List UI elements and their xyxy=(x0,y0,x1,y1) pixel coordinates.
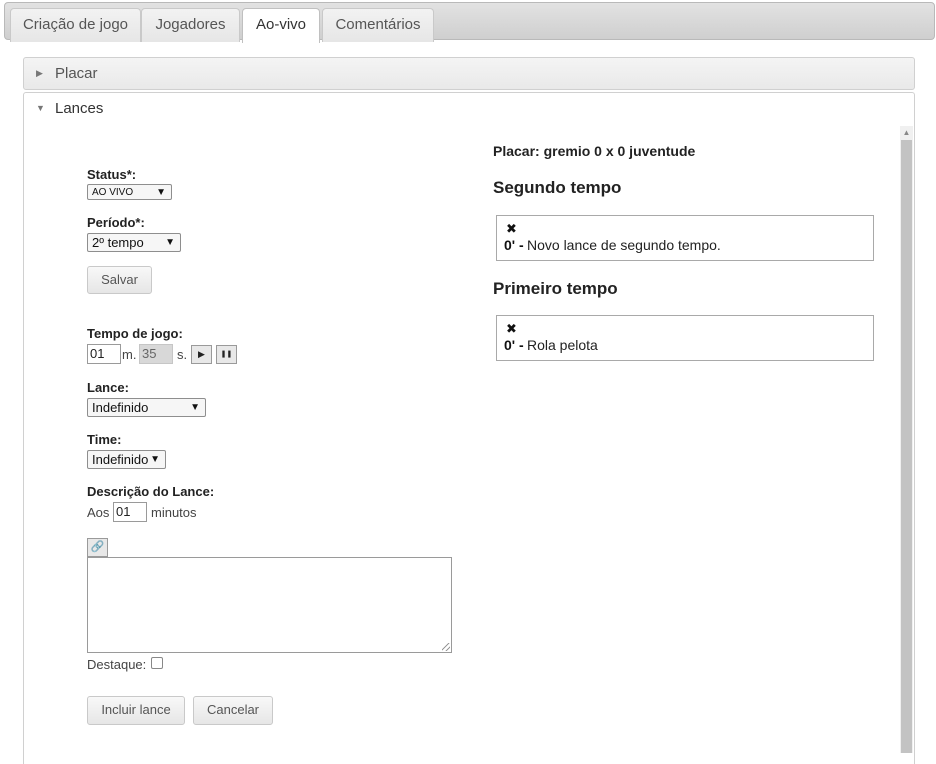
periodo-select-value: 2º tempo xyxy=(92,235,144,250)
collapsed-arrow-icon: ▶ xyxy=(36,68,43,78)
scrollbar[interactable]: ▲ xyxy=(900,126,913,753)
accordion-lances[interactable]: ▼ Lances xyxy=(23,92,915,125)
tab-bar: Criação de jogo Jogadores Ao-vivo Coment… xyxy=(4,2,935,43)
save-button[interactable]: Salvar xyxy=(87,266,152,294)
resize-handle[interactable] xyxy=(442,643,450,651)
expanded-arrow-icon: ▼ xyxy=(36,103,45,113)
tab-ao-vivo[interactable]: Ao-vivo xyxy=(242,8,320,43)
play-icon: ▶ xyxy=(198,349,205,359)
section-title-segundo-tempo: Segundo tempo xyxy=(493,178,622,197)
event-item: ✖ 0' - Novo lance de segundo tempo. xyxy=(496,215,874,261)
periodo-select[interactable]: 2º tempo ▼ xyxy=(87,233,181,252)
chevron-down-icon: ▼ xyxy=(150,454,160,465)
minutes-input[interactable]: 01 xyxy=(87,344,121,364)
section-title-primeiro-tempo: Primeiro tempo xyxy=(493,279,618,298)
descricao-label: Descrição do Lance: xyxy=(87,484,215,499)
pause-icon: ❚❚ xyxy=(220,351,233,358)
event-description: Novo lance de segundo tempo. xyxy=(527,237,721,253)
scroll-thumb[interactable] xyxy=(901,140,912,753)
play-button[interactable]: ▶ xyxy=(191,345,212,364)
tempo-de-jogo-label: Tempo de jogo: xyxy=(87,326,183,341)
link-icon[interactable]: 🔗 xyxy=(87,538,108,557)
event-time: 0' - xyxy=(504,237,524,253)
time-select-value: Indefinido xyxy=(92,452,149,467)
event-description: Rola pelota xyxy=(527,337,598,353)
delete-icon[interactable]: ✖ xyxy=(506,321,517,337)
lance-select-value: Indefinido xyxy=(92,400,149,415)
descricao-suffix: minutos xyxy=(151,505,197,520)
chevron-down-icon: ▼ xyxy=(190,402,200,413)
periodo-label: Período*: xyxy=(87,215,145,230)
delete-icon[interactable]: ✖ xyxy=(506,221,517,237)
time-select[interactable]: Indefinido ▼ xyxy=(87,450,166,469)
chevron-down-icon: ▼ xyxy=(156,187,166,198)
descricao-textarea[interactable] xyxy=(87,557,452,653)
destaque-label: Destaque: xyxy=(87,657,147,672)
incluir-lance-button[interactable]: Incluir lance xyxy=(87,696,185,725)
destaque-checkbox[interactable] xyxy=(151,657,163,669)
cancel-button[interactable]: Cancelar xyxy=(193,696,273,725)
descricao-minutes-input[interactable]: 01 xyxy=(113,502,147,522)
lance-label: Lance: xyxy=(87,380,129,395)
chevron-down-icon: ▼ xyxy=(165,237,175,248)
tab-jogadores[interactable]: Jogadores xyxy=(141,8,240,42)
tab-criacao-de-jogo[interactable]: Criação de jogo xyxy=(10,8,141,42)
scroll-up-arrow-icon[interactable]: ▲ xyxy=(900,126,913,140)
status-label: Status*: xyxy=(87,167,137,182)
scoreboard-text: Placar: gremio 0 x 0 juventude xyxy=(493,143,696,159)
seconds-input: 35 xyxy=(139,344,173,364)
tab-comentarios[interactable]: Comentários xyxy=(322,8,434,42)
status-select[interactable]: AO VIVO ▼ xyxy=(87,184,172,200)
seconds-suffix: s. xyxy=(177,347,188,362)
descricao-prefix: Aos xyxy=(87,505,110,520)
event-item: ✖ 0' - Rola pelota xyxy=(496,315,874,361)
event-time: 0' - xyxy=(504,337,524,353)
time-label: Time: xyxy=(87,432,122,447)
accordion-placar[interactable]: ▶ Placar xyxy=(23,57,915,90)
accordion-lances-label: Lances xyxy=(55,100,104,117)
lance-select[interactable]: Indefinido ▼ xyxy=(87,398,206,417)
pause-button[interactable]: ❚❚ xyxy=(216,345,237,364)
minutes-suffix: m. xyxy=(122,347,137,362)
status-select-value: AO VIVO xyxy=(92,187,134,198)
accordion-placar-label: Placar xyxy=(55,65,98,82)
